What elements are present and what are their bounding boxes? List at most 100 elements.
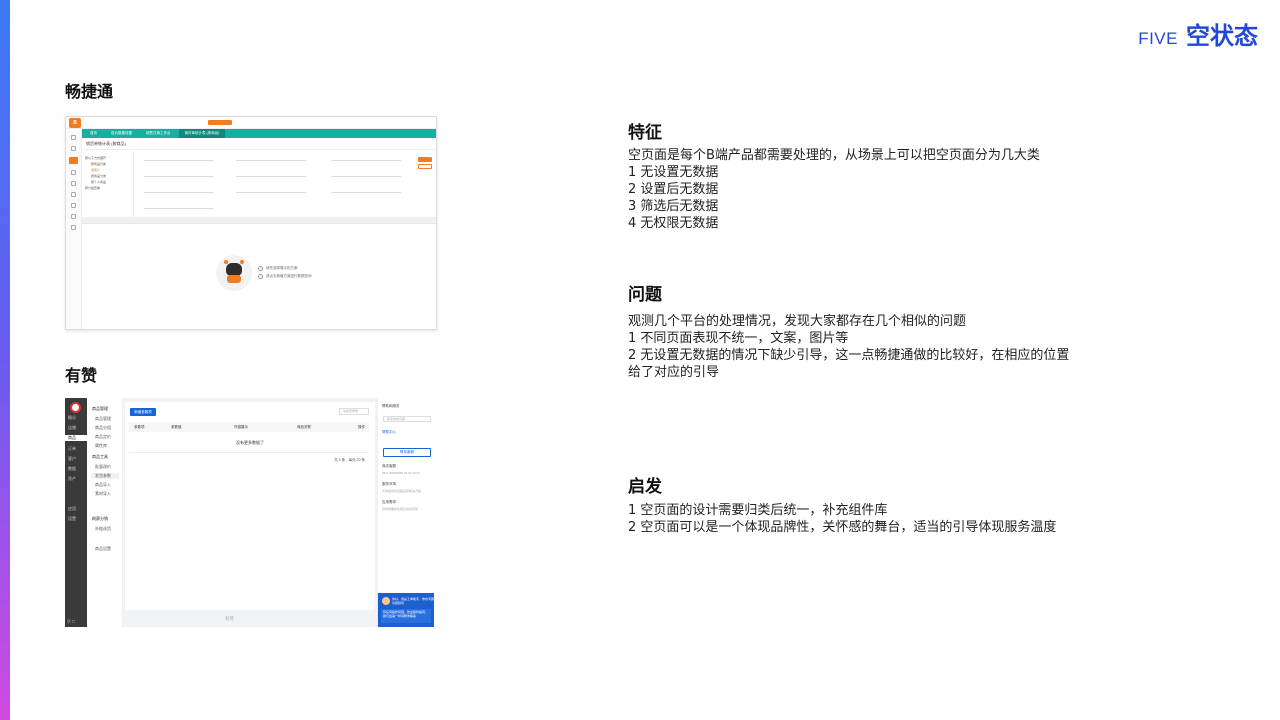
s1-filter-form <box>136 151 414 221</box>
s2-col: 外链展示 <box>234 425 248 429</box>
section-title-inspiration: 启发 <box>628 477 662 497</box>
screenshot-chanjet: B 首页 进价数据设置 销售日清工作台 销货单统计表 (按商品) 销货单统计表 … <box>65 116 437 330</box>
section-line: 1 不同页面表现不统一，文案，图片等 <box>628 331 849 346</box>
s2-dark-sidebar: 概况 店铺 商品 订单 客户 数据 资产 应用 设置 ⚲ □ <box>65 398 87 627</box>
s2-row-divider <box>129 452 369 453</box>
section-line: 1 无设置无数据 <box>628 165 719 180</box>
s2-sub-head: 刷赛分销 <box>92 516 108 521</box>
section-line: 2 空页面可以是一个体现品牌性，关怀感的舞台，适当的引导体现服务温度 <box>628 520 1057 535</box>
s1-tab-active: 销货单统计表 (按商品) <box>178 129 226 138</box>
s2-sub-item: 外链选货 <box>95 526 111 531</box>
s1-tree-item: 按商品分类 <box>91 162 107 166</box>
s2-help-item: 应用需求 <box>382 500 396 504</box>
s2-sub-item: 商品导入 <box>95 482 111 487</box>
s2-menu-item: 数据 <box>68 466 76 471</box>
s2-sub-item: 批量改价 <box>95 464 111 469</box>
s2-col: 商品关联 <box>297 425 311 429</box>
s2-menu-item: 应用 <box>68 506 76 511</box>
s2-help-title: 帮助和服务 <box>382 404 400 408</box>
s2-help-search: 搜索你的问题 <box>383 416 431 422</box>
section-line: 1 空页面的设计需要归类后统一，补充组件库 <box>628 503 888 518</box>
section-line: 空页面是每个B端产品都需要处理的，从场景上可以把空页面分为几大类 <box>628 148 1040 163</box>
s2-help-item-sub: 0571-88888888 09:00-18:00 <box>382 471 420 475</box>
s1-reset-button <box>418 164 432 169</box>
s1-tab: 进价数据设置 <box>111 131 132 135</box>
s2-help-item: 商店客服 <box>382 464 396 468</box>
s1-tab: 销售日清工作台 <box>146 131 171 135</box>
s1-field <box>144 173 214 177</box>
s1-top-orange-button <box>208 120 232 125</box>
s1-field <box>236 173 306 177</box>
s2-sub-menu: 商品管理 商品管理 商品分组 商品定价 属性库 商品工具 批量改价 发货参数 商… <box>87 398 123 627</box>
s2-help-panel: 帮助和服务 搜索你的问题 帮助中心 联系客服 商店客服 0571-8888888… <box>377 398 435 627</box>
s2-col: 参数值 <box>171 425 182 429</box>
s2-sub-head: 商品工具 <box>92 454 108 459</box>
s2-col: 操作 <box>358 425 365 429</box>
brand-header: FIVE 空状态 <box>1138 16 1258 51</box>
section-body-problems: 观测几个平台的处理情况，发现大家都存在几个相似的问题 1 不同页面表现不统一，文… <box>628 313 1078 381</box>
s1-field <box>236 157 306 161</box>
s1-doc-icon <box>71 146 76 151</box>
s1-tree-item: 按分组查看 <box>85 186 101 190</box>
s2-no-data: 没有更多数据了 <box>236 440 264 445</box>
s1-tab: 首页 <box>90 131 97 135</box>
s2-contact-button: 联系客服 <box>383 448 431 457</box>
s2-menu-item: 设置 <box>68 516 76 521</box>
s2-menu-item: 概况 <box>68 415 76 420</box>
s2-footer: 有赞 <box>225 616 234 621</box>
s1-tree: 按以下方式展开 按商品分类 按客户 按商品分类 按个人商品 按分组查看 <box>82 151 134 227</box>
s1-field <box>144 157 214 161</box>
s2-help-item-sub: 将你想要的功能反馈给有赞 <box>382 507 419 511</box>
case-label-youzan: 有赞 <box>65 366 98 385</box>
s1-field <box>236 189 306 193</box>
section-line: 3 筛选后无数据 <box>628 199 719 214</box>
s1-logo: B <box>69 118 81 128</box>
s2-help-item-sub: 为你提供全链路运营解决方案 <box>382 489 422 493</box>
s2-search-icon: ⚲ □ <box>67 619 76 625</box>
section-line: 观测几个平台的处理情况，发现大家都存在几个相似的问题 <box>628 314 967 329</box>
s2-menu-item: 店铺 <box>68 425 76 430</box>
s1-tree-title: 按以下方式展开 <box>85 156 107 160</box>
s1-tabs: 首页 进价数据设置 销售日清工作台 销货单统计表 (按商品) <box>82 129 436 138</box>
s1-tree-item: 按客户 <box>91 168 101 172</box>
s2-menu-item-active: 商品 <box>65 435 87 441</box>
s1-empty-hint: 或点击新增方案进行数据查询 <box>258 274 312 279</box>
accent-bar <box>0 0 10 720</box>
s1-sidebar <box>66 129 82 329</box>
section-line: 2 无设置无数据的情况下缺少引导，这一点畅捷通做的比较好，在相应的位置 <box>628 348 1070 363</box>
s1-settings-icon <box>71 225 76 230</box>
s2-main-panel: 新增参数项 请搜索参数 参数项 参数值 外链展示 商品关联 操作 没有更多数据了… <box>125 402 375 610</box>
s2-sub-item: 素材导入 <box>95 491 111 496</box>
s2-assistant-card: 你好，我是工单助手，你的专属问题顾问 有任何操作问题，欢迎随时提问，我们会第一时… <box>378 593 434 627</box>
s1-field <box>331 173 401 177</box>
s2-menu-item: 客户 <box>68 456 76 461</box>
s2-sub-item: 商品管理 <box>95 416 111 421</box>
s1-query-button <box>418 157 432 162</box>
s1-report-icon <box>69 157 78 164</box>
page-title: 空状态 <box>1186 22 1258 50</box>
section-line: 4 无权限无数据 <box>628 216 719 231</box>
s2-sub-item: 商品设置 <box>95 546 111 551</box>
s2-avatar <box>70 402 81 413</box>
section-body-inspiration: 1 空页面的设计需要归类后统一，补充组件库 2 空页面可以是一个体现品牌性，关怀… <box>628 502 1078 536</box>
s2-sub-item-selected: 发货参数 <box>91 473 119 479</box>
s2-sub-item: 商品分组 <box>95 425 111 430</box>
s1-user-icon <box>71 192 76 197</box>
s1-empty-hint: 请先选择展示的方案 <box>258 266 298 271</box>
s2-menu-item: 资产 <box>68 476 76 481</box>
mascot-icon <box>216 255 252 291</box>
s2-sub-item: 商品定价 <box>95 434 111 439</box>
s1-mail-icon <box>71 214 76 219</box>
s2-search-input: 请搜索参数 <box>339 408 369 415</box>
s2-menu-item: 订单 <box>68 446 76 451</box>
s1-home-icon <box>71 135 76 140</box>
s1-field <box>144 189 214 193</box>
s2-help-link: 帮助中心 <box>382 430 396 434</box>
section-line: 给了对应的引导 <box>628 365 720 380</box>
s2-table-header: 参数项 参数值 外链展示 商品关联 操作 <box>129 422 369 432</box>
s1-field <box>144 205 214 209</box>
s1-cart-icon <box>71 170 76 175</box>
s1-chart-icon <box>71 203 76 208</box>
section-body-features: 空页面是每个B端产品都需要处理的，从场景上可以把空页面分为几大类 1 无设置无数… <box>628 147 1078 232</box>
case-label-chanjet: 畅捷通 <box>65 82 114 101</box>
